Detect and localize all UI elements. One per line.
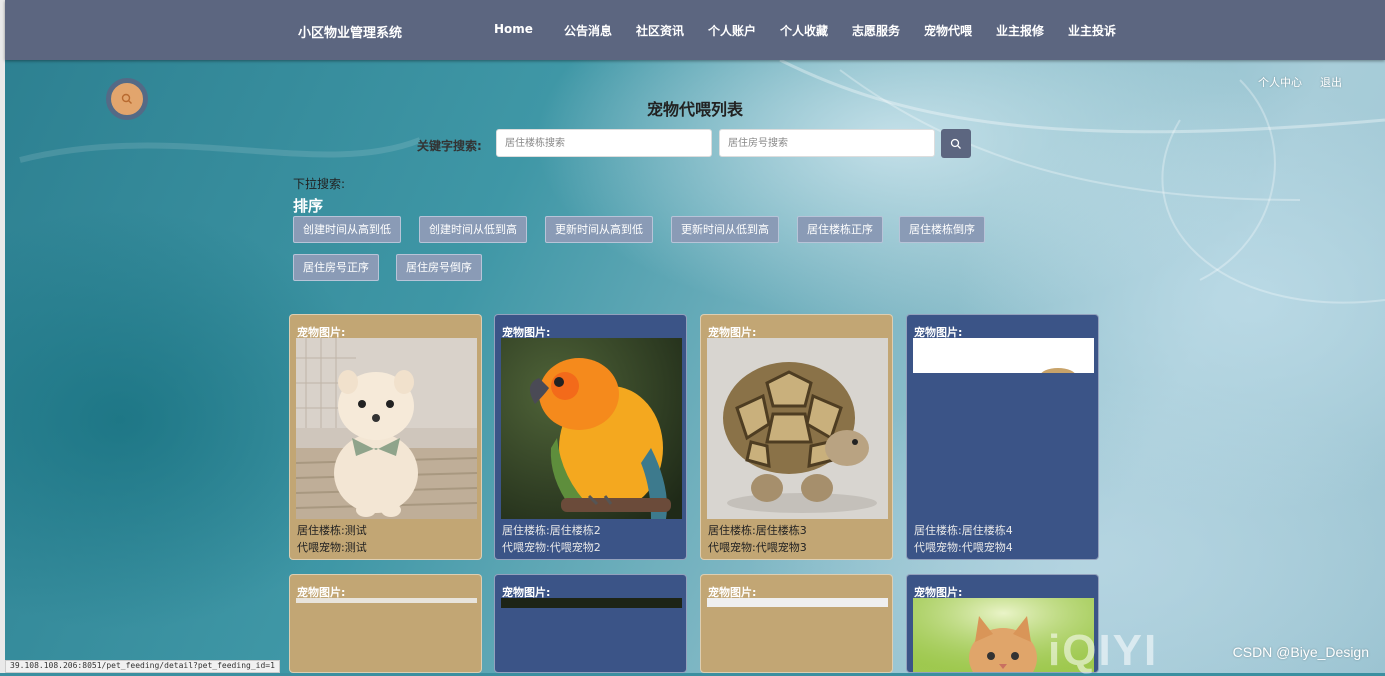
card-building: 居住楼栋:居住楼栋4	[914, 524, 1013, 537]
search-icon	[950, 138, 961, 149]
room-search-input[interactable]	[719, 129, 935, 157]
top-navbar: 小区物业管理系统 Home 公告消息 社区资讯 个人账户 个人收藏 志愿服务 宠…	[5, 0, 1385, 60]
pet-image-parrot[interactable]	[501, 338, 682, 519]
pet-card[interactable]: 宠物图片: 居住楼栋:居住楼栋2 代喂宠物:代喂宠物2	[494, 314, 687, 560]
pet-card[interactable]: 宠物图片: 居住楼栋:居住楼栋4 代喂宠物:代喂宠物4	[906, 314, 1099, 560]
card-pet: 代喂宠物:测试	[297, 541, 367, 554]
nav-item-repair[interactable]: 业主报修	[996, 22, 1044, 39]
nav-item-announcements[interactable]: 公告消息	[564, 22, 612, 39]
nav-item-account[interactable]: 个人账户	[708, 22, 756, 39]
csdn-watermark: CSDN @Biye_Design	[1232, 644, 1369, 660]
search-button[interactable]	[941, 129, 971, 158]
card-pet: 代喂宠物:代喂宠物4	[914, 541, 1013, 554]
building-search-input[interactable]	[496, 129, 712, 157]
card-building: 居住楼栋:居住楼栋3	[708, 524, 807, 537]
pet-image-loading[interactable]	[913, 338, 1094, 373]
card-building: 居住楼栋:测试	[297, 524, 367, 537]
card-building: 居住楼栋:居住楼栋2	[502, 524, 601, 537]
sort-building-desc-button[interactable]: 居住楼栋倒序	[899, 216, 985, 243]
pet-image-loading[interactable]	[707, 598, 888, 607]
nav-item-community-news[interactable]: 社区资讯	[636, 22, 684, 39]
page-title: 宠物代喂列表	[646, 100, 743, 119]
browser-status-url: 39.108.108.206:8051/pet_feeding/detail?p…	[5, 660, 280, 673]
profile-link[interactable]: 个人中心	[1258, 74, 1302, 90]
pet-card[interactable]: 宠物图片:	[700, 574, 893, 673]
card-pet: 代喂宠物:代喂宠物2	[502, 541, 601, 554]
card-pet: 代喂宠物:代喂宠物3	[708, 541, 807, 554]
keyword-search-label: 关键字搜索:	[417, 139, 482, 153]
sort-created-asc-button[interactable]: 创建时间从低到高	[419, 216, 527, 243]
nav-item-pet-feeding[interactable]: 宠物代喂	[924, 22, 972, 39]
dropdown-search-label: 下拉搜索:	[293, 177, 346, 191]
sort-room-asc-button[interactable]: 居住房号正序	[293, 254, 379, 281]
sort-building-asc-button[interactable]: 居住楼栋正序	[797, 216, 883, 243]
pet-card[interactable]: 宠物图片:	[289, 574, 482, 673]
sort-updated-desc-button[interactable]: 更新时间从高到低	[545, 216, 653, 243]
pet-image-loading[interactable]	[296, 598, 477, 603]
site-brand[interactable]: 小区物业管理系统	[298, 22, 402, 41]
pet-card[interactable]: 宠物图片: 居住楼栋:测试 代喂宠物:测试	[289, 314, 482, 560]
sort-updated-asc-button[interactable]: 更新时间从低到高	[671, 216, 779, 243]
nav-menu: Home 公告消息 社区资讯 个人账户 个人收藏 志愿服务 宠物代喂 业主报修 …	[494, 22, 1136, 39]
user-links: 个人中心 退出	[1258, 74, 1360, 90]
nav-item-favorites[interactable]: 个人收藏	[780, 22, 828, 39]
nav-item-volunteer[interactable]: 志愿服务	[852, 22, 900, 39]
video-watermark: iQIYI	[1048, 626, 1159, 675]
sort-heading: 排序	[293, 197, 324, 215]
pet-image-dog[interactable]	[296, 338, 477, 519]
logout-link[interactable]: 退出	[1320, 74, 1342, 90]
pet-image-loading[interactable]	[501, 598, 682, 608]
pet-card[interactable]: 宠物图片: 居住楼栋:居住楼栋3 代喂宠物:代喂宠物3	[700, 314, 893, 560]
sort-created-desc-button[interactable]: 创建时间从高到低	[293, 216, 401, 243]
nav-item-home[interactable]: Home	[494, 22, 533, 39]
sort-room-desc-button[interactable]: 居住房号倒序	[396, 254, 482, 281]
pet-image-tortoise[interactable]	[707, 338, 888, 519]
nav-item-complaint[interactable]: 业主投诉	[1068, 22, 1116, 39]
pet-card[interactable]: 宠物图片:	[494, 574, 687, 673]
